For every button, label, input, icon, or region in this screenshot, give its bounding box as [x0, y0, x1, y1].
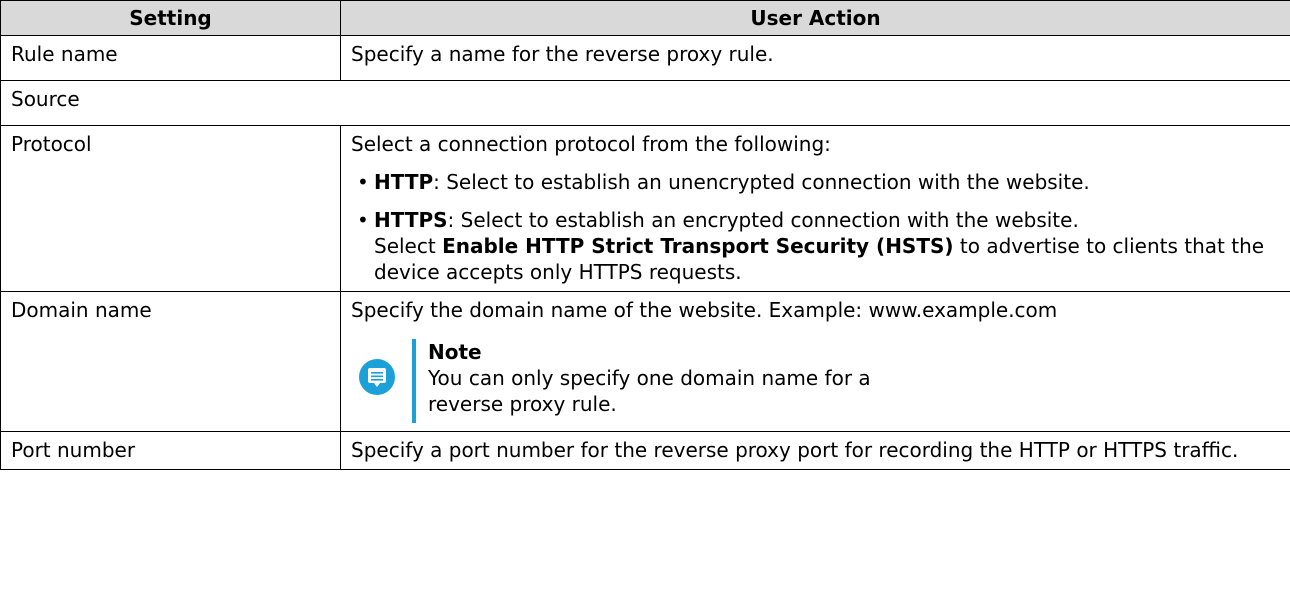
note-body: Note You can only specify one domain nam… [428, 339, 908, 417]
table-header-row: Setting User Action [0, 0, 1290, 36]
table-row-protocol: Protocol Select a connection protocol fr… [0, 125, 1290, 292]
list-item-https: • HTTPS: Select to establish an encrypte… [351, 207, 1280, 285]
action-cell: Specify the domain name of the website. … [340, 291, 1290, 432]
settings-table: Setting User Action Rule name Specify a … [0, 0, 1290, 470]
hsts-select-prefix: Select [374, 234, 443, 258]
http-term: HTTP [374, 170, 434, 194]
table-row-port-number: Port number Specify a port number for th… [0, 431, 1290, 470]
table-row-domain-name: Domain name Specify the domain name of t… [0, 291, 1290, 432]
note-box: Note You can only specify one domain nam… [351, 335, 1280, 425]
http-description: : Select to establish an unencrypted con… [433, 170, 1090, 194]
list-item-http: • HTTP: Select to establish an unencrypt… [351, 169, 1280, 195]
https-description: : Select to establish an encrypted conne… [447, 208, 1079, 232]
note-icon [359, 359, 395, 395]
section-label-source: Source [0, 80, 1290, 126]
action-cell: Specify a name for the reverse proxy rul… [340, 35, 1290, 81]
hsts-option-name: Enable HTTP Strict Transport Security (H… [442, 234, 954, 258]
header-setting: Setting [0, 0, 341, 36]
setting-cell: Protocol [0, 125, 341, 292]
table-row-rule-name: Rule name Specify a name for the reverse… [0, 35, 1290, 81]
setting-cell: Port number [0, 431, 341, 470]
table-row-source: Source [0, 80, 1290, 126]
action-cell: Select a connection protocol from the fo… [340, 125, 1290, 292]
protocol-options-list: • HTTP: Select to establish an unencrypt… [351, 169, 1280, 285]
header-user-action: User Action [340, 0, 1290, 36]
https-term: HTTPS [374, 208, 448, 232]
bullet-icon: • [357, 208, 369, 232]
protocol-intro: Select a connection protocol from the fo… [351, 132, 831, 156]
note-title: Note [428, 340, 482, 364]
note-text: You can only specify one domain name for… [428, 366, 871, 416]
action-cell: Specify a port number for the reverse pr… [340, 431, 1290, 470]
bullet-icon: • [357, 170, 369, 194]
setting-cell: Rule name [0, 35, 341, 81]
setting-cell: Domain name [0, 291, 341, 432]
domain-description: Specify the domain name of the website. … [351, 298, 1058, 322]
note-accent-bar [412, 339, 416, 423]
